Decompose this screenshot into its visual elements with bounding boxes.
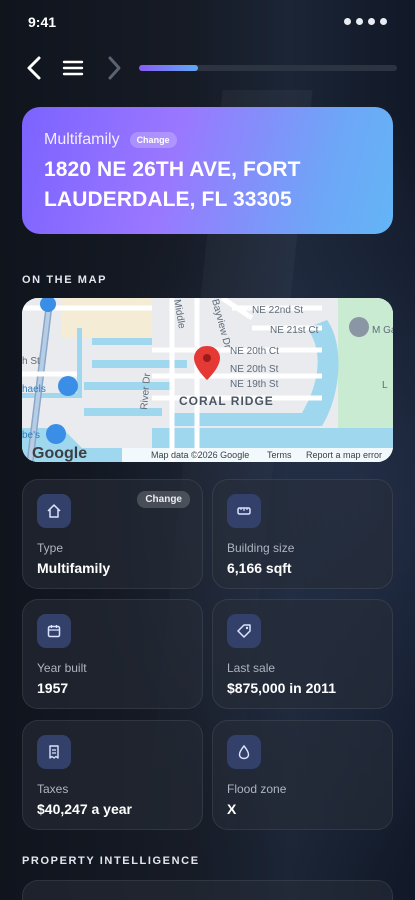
map-label-st: h St bbox=[22, 356, 40, 367]
calendar-icon bbox=[37, 614, 71, 648]
map-poi-museum-icon bbox=[349, 317, 369, 337]
menu-icon[interactable] bbox=[62, 57, 84, 79]
fact-label: Last sale bbox=[227, 661, 276, 675]
back-chevron-icon[interactable] bbox=[24, 55, 44, 81]
fact-card-last-sale: Last sale $875,000 in 2011 bbox=[212, 599, 393, 709]
map-poi-lock-icon bbox=[58, 376, 78, 396]
fact-value: 1957 bbox=[37, 680, 69, 696]
map-label-bes: be's bbox=[22, 430, 40, 441]
fact-value: 6,166 sqft bbox=[227, 560, 292, 576]
top-nav bbox=[24, 52, 404, 84]
forward-chevron-icon[interactable] bbox=[106, 55, 122, 81]
droplet-icon bbox=[227, 735, 261, 769]
fact-label: Type bbox=[37, 541, 64, 555]
signal-dots-icon bbox=[344, 18, 387, 25]
map-label-gardens: M Ga bbox=[372, 325, 393, 336]
property-intelligence-card[interactable] bbox=[22, 880, 393, 900]
map-attribution: Map data ©2026 Google bbox=[151, 450, 249, 460]
tag-icon bbox=[227, 614, 261, 648]
home-icon bbox=[37, 494, 71, 528]
intel-section-title: PROPERTY INTELLIGENCE bbox=[22, 855, 200, 867]
fact-value: Multifamily bbox=[37, 560, 111, 576]
map-label-ne21ct: NE 21st Ct bbox=[270, 325, 319, 336]
fact-label: Flood zone bbox=[227, 782, 287, 796]
fact-card-taxes: Taxes $40,247 a year bbox=[22, 720, 203, 830]
fact-label: Taxes bbox=[37, 782, 69, 796]
map-poi-cart-icon bbox=[46, 424, 66, 444]
fact-card-flood-zone: Flood zone X bbox=[212, 720, 393, 830]
property-address: 1820 NE 26TH AVE, FORT LAUDERDALE, FL 33… bbox=[44, 158, 301, 211]
fact-card-type: Change Type Multifamily bbox=[22, 479, 203, 589]
map-terms-link: Terms bbox=[267, 450, 292, 460]
fact-label: Building size bbox=[227, 541, 295, 555]
map-section-title: ON THE MAP bbox=[22, 274, 108, 286]
fact-value: $40,247 a year bbox=[37, 801, 132, 817]
google-logo: Google bbox=[32, 445, 87, 462]
map-label-ne20st: NE 20th St bbox=[230, 364, 279, 375]
map-label-l: L bbox=[382, 380, 388, 391]
map-label-ne20ct: NE 20th Ct bbox=[230, 346, 279, 357]
change-type-card-button[interactable]: Change bbox=[137, 491, 190, 508]
map-view[interactable]: NE 22nd St NE 21st Ct NE 20th Ct NE 20th… bbox=[22, 298, 393, 462]
progress-fill bbox=[139, 65, 199, 71]
fact-label: Year built bbox=[37, 661, 87, 675]
fact-value: X bbox=[227, 801, 237, 817]
status-time: 9:41 bbox=[28, 14, 57, 30]
status-bar: 9:41 bbox=[0, 0, 415, 44]
property-type: Multifamily bbox=[44, 131, 120, 148]
progress-bar bbox=[139, 65, 397, 71]
map-neighborhood-label: CORAL RIDGE bbox=[179, 394, 274, 408]
property-hero-card: Multifamily Change 1820 NE 26TH AVE, FOR… bbox=[22, 107, 393, 234]
map-label-ne19st: NE 19th St bbox=[230, 379, 279, 390]
receipt-icon bbox=[37, 735, 71, 769]
ruler-icon bbox=[227, 494, 261, 528]
map-label-ne22st: NE 22nd St bbox=[252, 305, 303, 316]
fact-card-year-built: Year built 1957 bbox=[22, 599, 203, 709]
map-label-shaels: haels bbox=[22, 384, 46, 395]
change-type-button[interactable]: Change bbox=[129, 132, 177, 148]
fact-card-building-size: Building size 6,166 sqft bbox=[212, 479, 393, 589]
fact-value: $875,000 in 2011 bbox=[227, 680, 336, 696]
map-report-link: Report a map error bbox=[306, 450, 382, 460]
